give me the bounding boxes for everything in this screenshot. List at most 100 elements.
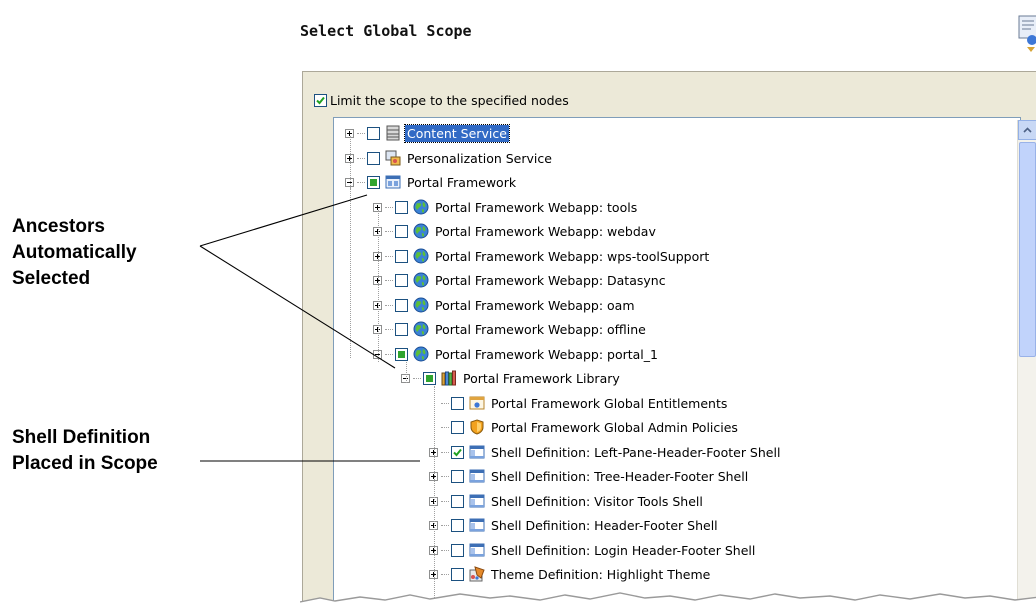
tree-scrollbar[interactable] — [1017, 120, 1036, 604]
ancestors-line-3: Selected — [12, 268, 91, 289]
shell-definition-icon — [469, 468, 485, 484]
shell-line-1: Shell Definition — [12, 427, 151, 448]
tree-node-label[interactable]: Portal Framework Webapp: oam — [433, 297, 637, 314]
tree-guide-line — [406, 362, 407, 383]
tree-node[interactable]: Shell Definition: Header-Footer Shell — [429, 514, 720, 536]
tree-node-label[interactable]: Portal Framework — [405, 174, 518, 191]
tree-node[interactable]: Shell Definition: Login Header-Footer Sh… — [429, 539, 757, 561]
tree-connector — [441, 475, 449, 477]
tree-guide-line — [378, 210, 379, 362]
personalization-service-icon — [385, 150, 401, 166]
globe-icon — [413, 346, 429, 362]
node-checkbox[interactable] — [451, 518, 464, 532]
tree-node[interactable]: Portal Framework Webapp: Datasync — [373, 269, 668, 291]
tree-node-label[interactable]: Theme Definition: Highlight Theme — [489, 566, 712, 583]
tree-node-label[interactable]: Portal Framework Webapp: tools — [433, 199, 639, 216]
tree-node[interactable]: Shell Definition: Left-Pane-Header-Foote… — [429, 441, 782, 463]
tree-guide-line — [350, 188, 351, 358]
tree-connector — [385, 279, 393, 281]
entitlements-icon — [469, 395, 485, 411]
shell-annotation: Shell Definition Placed in Scope — [12, 425, 158, 477]
globe-icon — [413, 248, 429, 264]
tree-node[interactable]: Portal Framework Global Entitlements — [429, 392, 729, 414]
tree-node[interactable]: Shell Definition: Visitor Tools Shell — [429, 490, 705, 512]
shell-definition-icon — [469, 493, 485, 509]
tree-node[interactable]: Portal Framework Webapp: tools — [373, 196, 639, 218]
tree-connector — [441, 524, 449, 526]
tree-guide-line — [434, 386, 435, 600]
tree-connector — [385, 255, 393, 257]
limit-scope-checkbox[interactable] — [314, 93, 327, 107]
tree-node-label[interactable]: Portal Framework Webapp: portal_1 — [433, 346, 660, 363]
node-checkbox[interactable] — [451, 445, 464, 459]
chevron-up-icon — [1023, 127, 1032, 133]
page-title: Select Global Scope — [300, 22, 472, 40]
tree-connector — [385, 353, 393, 355]
tree-node[interactable]: Portal Framework Webapp: portal_1 — [373, 343, 660, 365]
tree-connector — [441, 426, 449, 428]
shield-icon — [469, 419, 485, 435]
node-checkbox[interactable] — [395, 200, 408, 214]
node-checkbox[interactable] — [451, 420, 464, 434]
tree-node-label[interactable]: Personalization Service — [405, 150, 554, 167]
tree-node[interactable]: Portal Framework Webapp: webdav — [373, 220, 658, 242]
tree-node-label[interactable]: Portal Framework Webapp: webdav — [433, 223, 658, 240]
node-checkbox[interactable] — [395, 322, 408, 336]
tree-node[interactable]: Portal Framework Webapp: offline — [373, 318, 648, 340]
node-checkbox[interactable] — [451, 543, 464, 557]
globe-icon — [413, 223, 429, 239]
page: Select Global Scope Limit the scope to t… — [0, 0, 1036, 604]
tree-node[interactable]: Portal Framework Webapp: wps-toolSupport — [373, 245, 711, 267]
node-checkbox[interactable] — [395, 273, 408, 287]
tree-node-label[interactable]: Shell Definition: Header-Footer Shell — [489, 517, 720, 534]
tree-connector — [385, 304, 393, 306]
theme-definition-icon — [469, 566, 485, 582]
tree-connector — [441, 402, 449, 404]
tree-node-label[interactable]: Portal Framework Webapp: wps-toolSupport — [433, 248, 711, 265]
limit-scope-row[interactable]: Limit the scope to the specified nodes — [314, 91, 569, 109]
tree-node[interactable]: Portal Framework — [345, 171, 518, 193]
tree-node-label[interactable]: Portal Framework Library — [461, 370, 622, 387]
torn-edge — [300, 592, 1036, 604]
tree-node-label[interactable]: Portal Framework Global Entitlements — [489, 395, 729, 412]
tree-node[interactable]: Personalization Service — [345, 147, 554, 169]
tree-node-label[interactable]: Shell Definition: Login Header-Footer Sh… — [489, 542, 757, 559]
tree-node-label[interactable]: Content Service — [404, 123, 510, 143]
node-checkbox[interactable] — [367, 126, 380, 140]
tree-connector — [441, 573, 449, 575]
node-checkbox[interactable] — [395, 249, 408, 263]
node-checkbox[interactable] — [451, 567, 464, 581]
tree-node-label[interactable]: Portal Framework Global Admin Policies — [489, 419, 740, 436]
tree-node[interactable]: Portal Framework Webapp: oam — [373, 294, 637, 316]
node-checkbox[interactable] — [451, 469, 464, 483]
tree-connector — [357, 157, 365, 159]
node-checkbox[interactable] — [395, 224, 408, 238]
tree-node-label[interactable]: Shell Definition: Tree-Header-Footer She… — [489, 468, 750, 485]
tree-connector — [357, 181, 365, 183]
help-icon[interactable] — [1017, 14, 1036, 52]
tree-connector — [357, 132, 365, 134]
node-checkbox[interactable] — [451, 396, 464, 410]
node-checkbox[interactable] — [367, 151, 380, 165]
tree-node[interactable]: Portal Framework Global Admin Policies — [429, 416, 740, 438]
ancestors-line-2: Automatically — [12, 242, 137, 263]
node-checkbox[interactable] — [367, 175, 380, 189]
tree-node[interactable]: Theme Definition: Highlight Theme — [429, 563, 712, 585]
node-checkbox[interactable] — [395, 347, 408, 361]
ancestors-line-1: Ancestors — [12, 216, 105, 237]
tree-node-label[interactable]: Shell Definition: Visitor Tools Shell — [489, 493, 705, 510]
tree-node[interactable]: Content Service — [345, 122, 510, 144]
ancestors-annotation: Ancestors Automatically Selected — [12, 214, 137, 292]
node-checkbox[interactable] — [451, 494, 464, 508]
tree-node[interactable]: Shell Definition: Tree-Header-Footer She… — [429, 465, 750, 487]
tree-connector — [385, 230, 393, 232]
node-checkbox[interactable] — [423, 371, 436, 385]
node-checkbox[interactable] — [395, 298, 408, 312]
scroll-thumb[interactable] — [1019, 142, 1036, 357]
scroll-up-button[interactable] — [1018, 120, 1036, 140]
tree-connector — [413, 377, 421, 379]
tree-node-label[interactable]: Portal Framework Webapp: Datasync — [433, 272, 668, 289]
tree-connector — [441, 549, 449, 551]
tree-node-label[interactable]: Portal Framework Webapp: offline — [433, 321, 648, 338]
tree-node-label[interactable]: Shell Definition: Left-Pane-Header-Foote… — [489, 444, 782, 461]
